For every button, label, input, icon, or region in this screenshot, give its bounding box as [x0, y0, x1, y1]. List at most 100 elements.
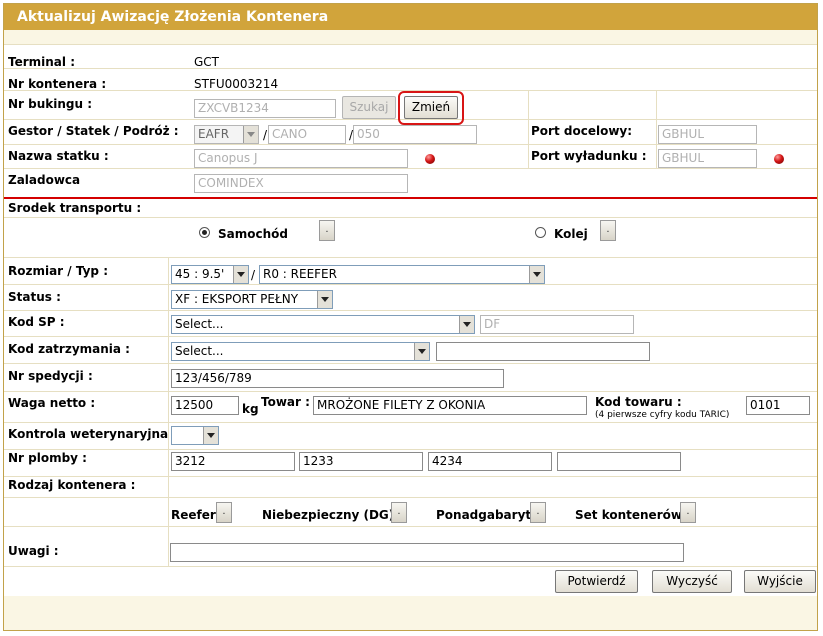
terminal-value: GCT	[194, 55, 220, 69]
kind-dg-button[interactable]: .	[391, 502, 407, 523]
kind-oversize-button[interactable]: .	[530, 502, 546, 523]
kind-set-button[interactable]: .	[680, 502, 696, 523]
shipper-input[interactable]: COMINDEX	[194, 174, 408, 193]
container-kind-label: Rodzaj kontenera :	[8, 478, 136, 492]
grid-line	[4, 497, 817, 498]
vet-label: Kontrola weterynaryjna :	[8, 427, 178, 441]
status-select-value: XF : EKSPORT PEŁNY	[175, 292, 299, 306]
booking-input[interactable]: ZXCVB1234	[194, 99, 336, 118]
search-button[interactable]: Szukaj	[342, 96, 396, 119]
kod-sp-select[interactable]: Select...	[171, 315, 475, 334]
goods-code-label: Kod towaru :	[595, 395, 682, 409]
grid-line	[4, 566, 817, 567]
kind-set-label: Set kontenerów	[575, 508, 682, 522]
grid-line	[4, 363, 817, 364]
grid-line	[4, 144, 817, 145]
confirm-button[interactable]: Potwierdź	[555, 570, 638, 593]
ship-name-label: Nazwa statku :	[8, 149, 109, 163]
chevron-down-icon	[233, 266, 248, 283]
grid-line	[168, 257, 169, 566]
kind-reefer-button[interactable]: .	[216, 502, 232, 523]
red-status-icon	[774, 154, 784, 164]
seal-input-1[interactable]: 3212	[171, 452, 295, 471]
grid-line	[4, 68, 817, 69]
chevron-down-icon	[459, 316, 474, 333]
kod-sp-select-value: Select...	[175, 317, 224, 331]
shipper-label: Zaladowca	[8, 173, 81, 187]
samochod-details-button[interactable]: .	[319, 220, 335, 241]
section-separator	[4, 197, 817, 199]
gestor-select[interactable]: EAFR	[194, 125, 259, 144]
port-unload-input[interactable]: GBHUL	[658, 149, 757, 168]
type-select-value: R0 : REEFER	[263, 267, 337, 281]
separator-slash: /	[263, 128, 268, 142]
grid-line	[4, 422, 817, 423]
radio-samochod-label: Samochód	[218, 227, 288, 241]
notes-label: Uwagi :	[8, 544, 59, 558]
weight-input[interactable]: 12500	[171, 396, 239, 415]
grid-line	[4, 336, 817, 337]
goods-code-hint: (4 pierwsze cyfry kodu TARIC)	[595, 410, 730, 420]
port-dest-label: Port docelowy:	[531, 124, 633, 138]
vet-select[interactable]	[171, 426, 219, 445]
weight-label: Waga netto :	[8, 396, 96, 410]
kolej-details-button[interactable]: .	[600, 220, 616, 241]
kod-sp-label: Kod SP :	[8, 315, 65, 329]
nr-sped-label: Nr spedycji :	[8, 369, 93, 383]
transport-label: Srodek transportu :	[8, 201, 142, 215]
red-status-icon	[425, 154, 435, 164]
kod-sp-code-input[interactable]: DF	[480, 315, 634, 334]
grid-line	[4, 284, 817, 285]
container-label: Nr kontenera :	[8, 77, 107, 91]
grid-line	[4, 310, 817, 311]
grid-line	[528, 90, 529, 168]
grid-line	[4, 391, 817, 392]
seal-input-3[interactable]: 4234	[428, 452, 552, 471]
grid-line	[4, 476, 817, 477]
goods-label: Towar :	[261, 395, 310, 409]
kind-dg-label: Niebezpieczny (DG)	[262, 508, 395, 522]
clear-button[interactable]: Wyczyść	[652, 570, 732, 593]
gestor-select-value: EAFR	[198, 127, 230, 141]
weight-unit: kg	[242, 402, 259, 416]
port-unload-label: Port wyładunku :	[531, 149, 647, 163]
window-title: Aktualizuj Awizację Złożenia Kontenera	[4, 4, 817, 30]
kod-zatrz-input[interactable]	[436, 342, 650, 361]
kod-zatrz-label: Kod zatrzymania :	[8, 342, 130, 356]
goods-input[interactable]: MROŻONE FILETY Z OKONIA	[313, 396, 587, 415]
status-label: Status :	[8, 290, 61, 304]
dialog-window: Aktualizuj Awizację Złożenia Kontenera T…	[3, 3, 818, 631]
chevron-down-icon	[414, 343, 429, 360]
gestor-label: Gestor / Statek / Podróż :	[8, 124, 179, 138]
ship-code-input[interactable]: CANO	[268, 125, 346, 144]
radio-kolej[interactable]	[535, 227, 546, 238]
type-select[interactable]: R0 : REEFER	[259, 265, 545, 284]
nr-sped-input[interactable]: 123/456/789	[171, 369, 504, 388]
radio-samochod[interactable]	[199, 227, 210, 238]
separator-slash: /	[251, 268, 256, 282]
grid-line	[4, 44, 817, 45]
chevron-down-icon	[529, 266, 544, 283]
voyage-input[interactable]: 050	[353, 125, 477, 144]
status-select[interactable]: XF : EKSPORT PEŁNY	[171, 290, 333, 309]
grid-line	[656, 90, 657, 168]
grid-line	[4, 168, 817, 169]
change-button[interactable]: Zmień	[404, 96, 458, 119]
notes-input[interactable]	[170, 543, 684, 562]
grid-line	[4, 449, 817, 450]
size-select[interactable]: 45 : 9.5'	[171, 265, 249, 284]
chevron-down-icon	[317, 291, 332, 308]
size-select-value: 45 : 9.5'	[175, 267, 225, 281]
kind-oversize-label: Ponadgabaryt	[436, 508, 532, 522]
ship-name-input[interactable]: Canopus J	[194, 149, 408, 168]
goods-code-input[interactable]: 0101	[746, 396, 810, 415]
chevron-down-icon	[243, 126, 258, 143]
form-panel: Terminal : GCT Nr kontenera : STFU000321…	[4, 44, 817, 596]
kod-zatrz-select[interactable]: Select...	[171, 342, 430, 361]
exit-button[interactable]: Wyjście	[744, 570, 816, 593]
seal-input-4[interactable]	[557, 452, 681, 471]
kod-zatrz-select-value: Select...	[175, 344, 224, 358]
seal-input-2[interactable]: 1233	[299, 452, 423, 471]
port-dest-input[interactable]: GBHUL	[658, 125, 757, 144]
seals-label: Nr plomby :	[8, 451, 87, 465]
